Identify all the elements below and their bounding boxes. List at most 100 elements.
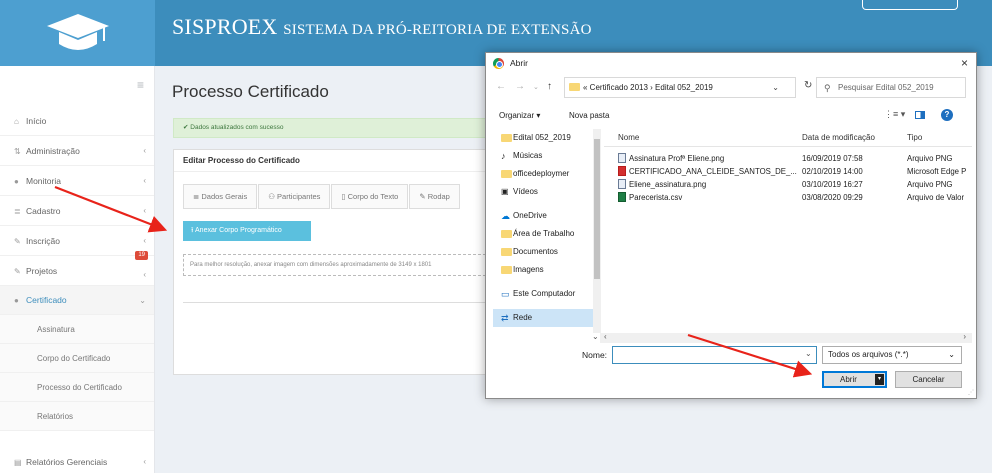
- view-options-icon[interactable]: ⋮≡ ▾: [884, 109, 905, 120]
- nav-item-edital[interactable]: Edital 052_2019: [493, 129, 600, 147]
- organize-menu[interactable]: Organizar ▾: [499, 111, 540, 120]
- nav-label: OneDrive: [513, 211, 547, 220]
- file-type: Arquivo PNG: [907, 180, 953, 189]
- open-button[interactable]: Abrir ▾: [822, 371, 887, 388]
- nav-item-onedrive[interactable]: ☁ OneDrive: [493, 207, 600, 225]
- nav-label: Este Computador: [513, 289, 576, 298]
- tab-label: Rodap: [427, 192, 450, 201]
- music-icon: ♪: [501, 151, 506, 161]
- panel-title: Editar Processo do Certificado: [174, 150, 502, 172]
- edit-icon: ✎: [14, 267, 21, 276]
- cloud-icon: ☁: [501, 211, 510, 221]
- sidebar-item-inscricao[interactable]: ✎ Inscrição ‹: [0, 226, 154, 256]
- nav-item-rede[interactable]: ⇄ Rede: [493, 309, 600, 327]
- help-icon[interactable]: ?: [941, 109, 953, 121]
- chevron-left-icon: ‹: [143, 457, 146, 466]
- back-arrow-icon[interactable]: ←: [496, 81, 506, 92]
- tab-corpo-texto[interactable]: ▯ Corpo do Texto: [331, 184, 409, 209]
- nav-item-videos[interactable]: ▣ Vídeos: [493, 183, 600, 201]
- home-icon: ⌂: [14, 117, 19, 126]
- dialog-titlebar: Abrir ×: [486, 53, 976, 73]
- nav-item-musicas[interactable]: ♪ Músicas: [493, 147, 600, 165]
- app: SISPROEX SISTEMA DA PRÓ-REITORIA DE EXTE…: [0, 0, 992, 473]
- scroll-left-icon[interactable]: ‹: [604, 332, 607, 341]
- file-name: Assinatura Profª Eliene.png: [629, 154, 725, 163]
- sidebar-item-inicio[interactable]: ⌂ Início: [0, 106, 154, 136]
- list-icon: ≣: [14, 207, 21, 216]
- computer-icon: ▭: [501, 289, 510, 299]
- sidebar-item-monitoria[interactable]: ● Monitoria ‹: [0, 166, 154, 196]
- file-date: 02/10/2019 14:00: [802, 167, 863, 176]
- file-row[interactable]: Assinatura Profª Eliene.png 16/09/2019 0…: [604, 152, 972, 165]
- forward-arrow-icon[interactable]: →: [515, 81, 525, 92]
- sidebar-item-label: Administração: [26, 146, 80, 156]
- attach-program-button[interactable]: ⭱ Anexar Corpo Programático: [183, 221, 311, 241]
- notification-badge: 19: [135, 251, 148, 260]
- file-row[interactable]: Parecerista.csv 03/08/2020 09:29 Arquivo…: [604, 191, 972, 204]
- sidebar-subitem-assinatura[interactable]: Assinatura: [0, 315, 154, 344]
- sidebar-toggle[interactable]: ≡: [0, 66, 154, 106]
- nav-item-imagens[interactable]: Imagens: [493, 261, 600, 279]
- edit-icon: ✎: [14, 237, 21, 246]
- pencil-icon: ✎: [419, 192, 428, 201]
- column-name[interactable]: Nome: [618, 129, 639, 147]
- users-icon: ⚇: [268, 192, 278, 201]
- sidebar-item-cadastro[interactable]: ≣ Cadastro ‹: [0, 196, 154, 226]
- close-icon[interactable]: ×: [961, 53, 968, 73]
- split-dropdown-icon[interactable]: ▾: [875, 374, 884, 385]
- scroll-right-icon[interactable]: ›: [963, 332, 966, 341]
- up-arrow-icon[interactable]: ↑: [547, 81, 552, 92]
- column-date[interactable]: Data de modificação: [802, 129, 875, 147]
- chevron-down-icon: ⌄: [139, 296, 146, 305]
- resize-grip-icon[interactable]: ⋰: [968, 389, 974, 396]
- sidebar-subitem-processo-certificado[interactable]: Processo do Certificado: [0, 373, 154, 402]
- tab-rodape[interactable]: ✎ Rodap: [409, 184, 460, 209]
- sidebar-subitem-relatorios[interactable]: Relatórios: [0, 402, 154, 431]
- sliders-icon: ⇅: [14, 147, 21, 156]
- file-row[interactable]: CERTIFICADO_ANA_CLEIDE_SANTOS_DE_... 02/…: [604, 165, 972, 178]
- address-bar[interactable]: « Certificado 2013 › Edital 052_2019 ⌄: [564, 77, 796, 98]
- preview-pane-icon[interactable]: [915, 111, 925, 119]
- cancel-button[interactable]: Cancelar: [895, 371, 962, 388]
- search-input[interactable]: ⚲ Pesquisar Edital 052_2019: [816, 77, 966, 98]
- open-label: Abrir: [840, 375, 857, 384]
- filename-input[interactable]: [612, 346, 817, 364]
- logo[interactable]: [0, 0, 155, 66]
- user-menu[interactable]: [862, 0, 958, 10]
- chevron-left-icon: ‹: [143, 176, 146, 185]
- file-name: Eliene_assinatura.png: [629, 180, 707, 189]
- file-date: 03/08/2020 09:29: [802, 193, 863, 202]
- nav-label: Rede: [513, 313, 533, 322]
- csv-file-icon: [618, 192, 626, 202]
- network-icon: ⇄: [501, 313, 509, 323]
- brand-main: SISPROEX: [172, 14, 278, 39]
- chevron-down-icon[interactable]: ⌄: [592, 332, 599, 341]
- nav-scrollbar[interactable]: [593, 129, 601, 333]
- nav-item-officedeployment[interactable]: officedeploymer: [493, 165, 600, 183]
- circle-icon: ●: [14, 296, 19, 305]
- sidebar-item-relatorios-gerenciais[interactable]: ▤ Relatórios Gerenciais ‹: [0, 447, 154, 473]
- folder-icon: [501, 266, 512, 274]
- horizontal-scrollbar[interactable]: ⌄ ‹ ›: [592, 332, 972, 343]
- recent-dropdown-icon[interactable]: ⌄: [533, 83, 539, 91]
- tab-dados-gerais[interactable]: ≣ Dados Gerais: [183, 184, 258, 209]
- column-type[interactable]: Tipo: [907, 129, 922, 147]
- nav-item-documentos[interactable]: Documentos: [493, 243, 600, 261]
- sidebar-item-projetos[interactable]: ✎ Projetos 19 ‹: [0, 251, 154, 286]
- sidebar-subitem-corpo-certificado[interactable]: Corpo do Certificado: [0, 344, 154, 373]
- open-file-dialog: Abrir × ← → ⌄ ↑ « Certificado 2013 › Edi…: [485, 52, 977, 399]
- refresh-icon[interactable]: ↻: [804, 80, 812, 91]
- file-type-filter[interactable]: Todos os arquivos (*.*) ⌄: [822, 346, 962, 364]
- new-folder-button[interactable]: Nova pasta: [569, 111, 609, 120]
- scrollbar-thumb[interactable]: [594, 139, 600, 279]
- file-row[interactable]: Eliene_assinatura.png 03/10/2019 16:27 A…: [604, 178, 972, 191]
- sidebar-item-certificado[interactable]: ● Certificado ⌄: [0, 286, 154, 315]
- nav-item-este-computador[interactable]: ▭ Este Computador: [493, 285, 600, 303]
- tab-participantes[interactable]: ⚇ Participantes: [258, 184, 331, 209]
- chart-icon: ▤: [14, 458, 22, 467]
- sidebar-item-label: Inscrição: [26, 236, 61, 246]
- sidebar-item-administracao[interactable]: ⇅ Administração ‹: [0, 136, 154, 166]
- chevron-down-icon[interactable]: ⌄: [805, 349, 812, 358]
- nav-item-area-trabalho[interactable]: Área de Trabalho: [493, 225, 600, 243]
- check-icon: ✔: [183, 124, 189, 131]
